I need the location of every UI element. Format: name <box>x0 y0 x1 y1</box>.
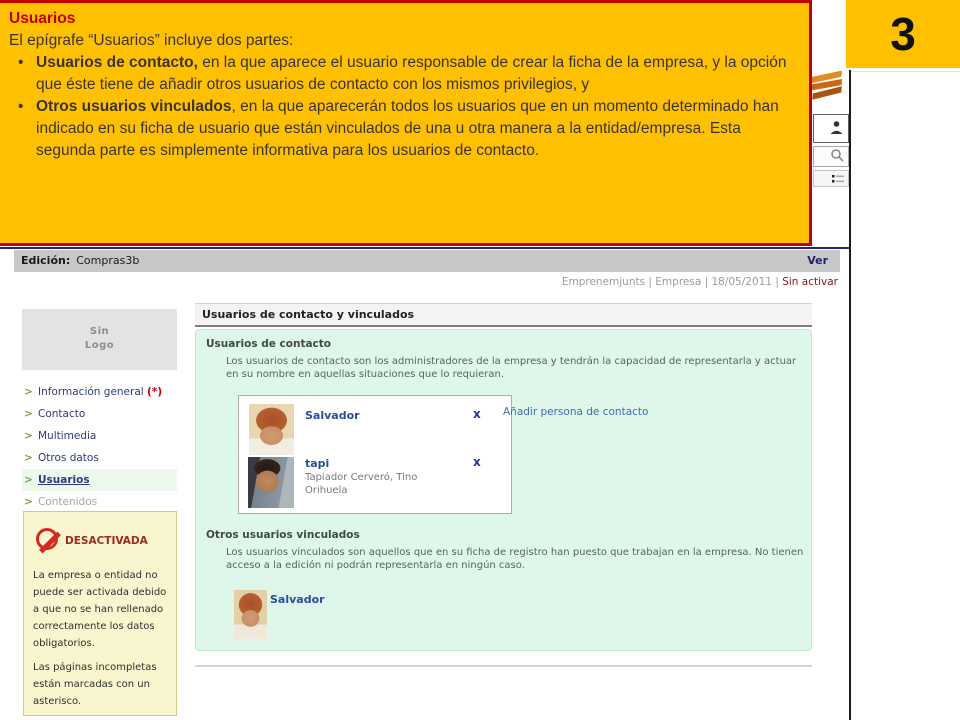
chevron-right-icon: > <box>24 381 33 403</box>
breadcrumb: Emprenemjunts | Empresa | 18/05/2011 | S… <box>562 276 838 288</box>
page-header-divider <box>0 247 851 249</box>
sidebar-item-otros-datos[interactable]: > Otros datos <box>22 447 177 469</box>
slide-number: 3 <box>846 0 960 68</box>
sidebar-item-contacto[interactable]: > Contacto <box>22 403 177 425</box>
logo-placeholder-line1: Sin <box>22 325 177 339</box>
warning-text-1: La empresa o entidad no puede ser activa… <box>33 567 170 652</box>
list-icon <box>832 169 844 188</box>
sidebar-item-informacion-general[interactable]: > Información general (*) <box>22 381 177 403</box>
linked-users-description: Los usuarios vinculados son aquellos que… <box>226 546 806 572</box>
users-panel: Usuarios de contacto Los usuarios de con… <box>195 329 812 651</box>
site-logo <box>806 71 848 103</box>
edition-value: Compras3b <box>76 254 139 267</box>
bullet-icon: • <box>18 52 23 74</box>
user-name-link[interactable]: Salvador <box>305 409 360 422</box>
mandatory-asterisk: (*) <box>147 386 162 398</box>
add-contact-link[interactable]: Añadir persona de contacto <box>503 406 648 418</box>
user-avatar <box>234 590 267 639</box>
bullet-icon: • <box>18 96 23 118</box>
user-name-link[interactable]: tapi <box>305 457 329 470</box>
edition-label: Edición: <box>21 254 70 267</box>
deactivated-warning-box: DESACTIVADA La empresa o entidad no pued… <box>23 511 177 716</box>
remove-user-button[interactable]: x <box>473 455 481 469</box>
section-header: Usuarios de contacto y vinculados <box>195 303 812 327</box>
contact-users-description: Los usuarios de contacto son los adminis… <box>226 355 806 381</box>
ver-link[interactable]: Ver <box>807 250 828 272</box>
breadcrumb-parts: Emprenemjunts | Empresa | 18/05/2011 | <box>562 276 782 288</box>
page-top-edge <box>851 71 960 72</box>
status-badge: Sin activar <box>782 276 838 288</box>
sidebar-item-contenidos[interactable]: > Contenidos <box>22 491 177 513</box>
callout-bullet-1: • Usuarios de contacto, en la que aparec… <box>9 52 797 96</box>
warning-title: DESACTIVADA <box>65 535 148 547</box>
menu-list-button[interactable] <box>813 170 849 187</box>
warning-text-2: Las páginas incompletas están marcadas c… <box>33 659 170 710</box>
user-account-button[interactable] <box>813 114 849 143</box>
chevron-right-icon: > <box>24 447 33 469</box>
callout-intro: El epígrafe “Usuarios” incluye dos parte… <box>9 30 797 52</box>
user-avatar <box>249 404 294 455</box>
annotation-callout: Usuarios El epígrafe “Usuarios” incluye … <box>0 0 812 246</box>
search-button[interactable] <box>813 146 849 167</box>
bottom-separator <box>195 665 812 667</box>
user-avatar <box>248 457 294 508</box>
chevron-right-icon: > <box>24 491 33 513</box>
user-name-link[interactable]: Salvador <box>270 593 325 606</box>
sidebar-item-multimedia[interactable]: > Multimedia <box>22 425 177 447</box>
chevron-right-icon: > <box>24 469 33 491</box>
page-right-border <box>849 70 851 720</box>
chevron-right-icon: > <box>24 403 33 425</box>
logo-placeholder: Sin Logo <box>22 309 177 370</box>
chevron-right-icon: > <box>24 425 33 447</box>
edition-bar: Edición: Compras3b Ver <box>14 250 840 272</box>
callout-title: Usuarios <box>9 8 797 30</box>
slide-canvas: Edición: Compras3b Ver Emprenemjunts | Em… <box>0 0 960 720</box>
linked-users-title: Otros usuarios vinculados <box>206 529 360 541</box>
sidebar-nav: > Información general (*) > Contacto > M… <box>22 381 177 513</box>
remove-user-button[interactable]: x <box>473 407 481 421</box>
logo-placeholder-line2: Logo <box>22 339 177 353</box>
sidebar-item-usuarios[interactable]: > Usuarios <box>22 469 177 491</box>
user-fullname: Tapiador Cerveró, Tino Orihuela <box>305 471 417 497</box>
callout-bullet-2: • Otros usuarios vinculados, en la que a… <box>9 96 797 162</box>
search-icon <box>830 147 844 166</box>
contact-users-title: Usuarios de contacto <box>206 338 331 350</box>
person-icon <box>829 119 844 138</box>
no-entry-icon <box>36 528 58 550</box>
contact-users-card: Salvador x tapi Tapiador Cerveró, Tino O… <box>238 395 512 514</box>
